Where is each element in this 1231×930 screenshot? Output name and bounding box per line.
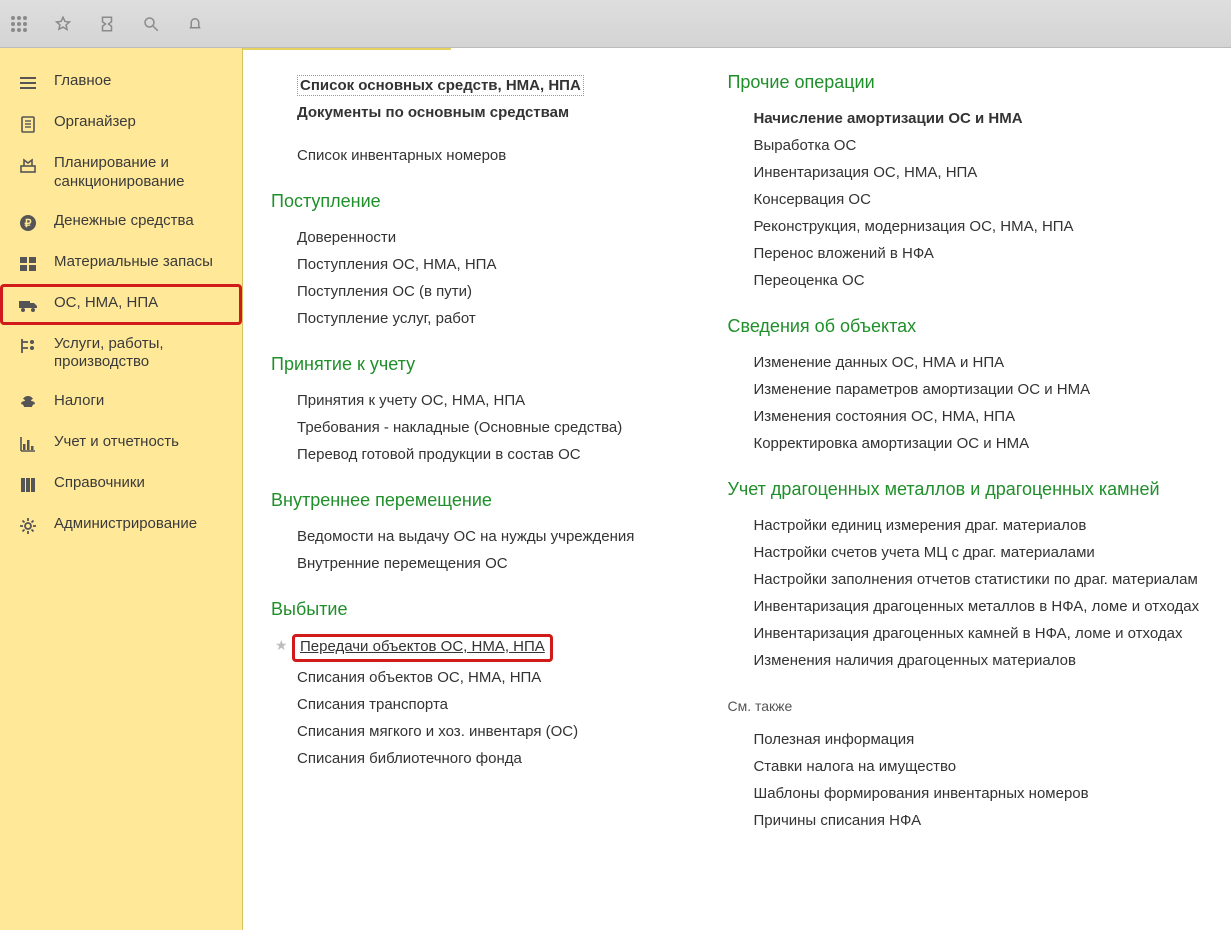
section-disposal: Выбытие — [271, 599, 677, 620]
link-conservation-os[interactable]: Консервация ОС — [753, 186, 1221, 213]
sidebar-item-label: ОС, НМА, НПА — [54, 294, 158, 313]
star-icon[interactable] — [54, 15, 72, 33]
sidebar-item-label: Материальные запасы — [54, 253, 213, 272]
search-icon[interactable] — [142, 15, 160, 33]
sidebar-item-os-nma-npa[interactable]: ОС, НМА, НПА — [0, 284, 242, 325]
sidebar-item-services[interactable]: Услуги, работы, производство — [0, 325, 242, 383]
star-icon[interactable]: ★ — [275, 637, 288, 654]
link-requirements-waybills[interactable]: Требования - накладные (Основные средств… — [297, 414, 677, 441]
link-reconstruction[interactable]: Реконструкция, модернизация ОС, НМА, НПА — [753, 213, 1221, 240]
section-see-also: См. также — [727, 698, 1221, 714]
sidebar-item-label: Администрирование — [54, 515, 197, 534]
link-transfer-finished-products[interactable]: Перевод готовой продукции в состав ОС — [297, 441, 677, 468]
link-os-list[interactable]: Список основных средств, НМА, НПА — [297, 72, 677, 99]
link-writeoff-soft-inventory[interactable]: Списания мягкого и хоз. инвентаря (ОС) — [297, 718, 677, 745]
link-writeoff-transport[interactable]: Списания транспорта — [297, 691, 677, 718]
section-precious: Учет драгоценных металлов и драгоценных … — [727, 479, 1221, 500]
sidebar-item-organizer[interactable]: Органайзер — [0, 103, 242, 144]
eagle-icon — [18, 393, 38, 413]
sidebar-item-label: Денежные средства — [54, 212, 194, 231]
link-revaluation[interactable]: Переоценка ОС — [753, 267, 1221, 294]
planning-icon — [18, 155, 38, 175]
sidebar-item-inventory[interactable]: Материальные запасы — [0, 243, 242, 284]
link-acceptance-os[interactable]: Принятия к учету ОС, НМА, НПА — [297, 387, 677, 414]
sidebar-item-directories[interactable]: Справочники — [0, 464, 242, 505]
sidebar-item-admin[interactable]: Администрирование — [0, 505, 242, 546]
link-writeoff-library[interactable]: Списания библиотечного фонда — [297, 745, 677, 772]
link-change-presence-precious[interactable]: Изменения наличия драгоценных материалов — [753, 647, 1221, 674]
section-object-info: Сведения об объектах — [727, 316, 1221, 337]
link-change-depreciation-params[interactable]: Изменение параметров амортизации ОС и НМ… — [753, 376, 1221, 403]
link-useful-info[interactable]: Полезная информация — [753, 726, 1221, 753]
sidebar-item-label: Услуги, работы, производство — [54, 335, 230, 373]
link-receipt-services[interactable]: Поступление услуг, работ — [297, 305, 677, 332]
chart-icon — [18, 434, 38, 454]
link-issue-sheets[interactable]: Ведомости на выдачу ОС на нужды учрежден… — [297, 523, 677, 550]
link-units-precious[interactable]: Настройки единиц измерения драг. материа… — [753, 512, 1221, 539]
sidebar: Главное Органайзер Планирование и санкци… — [0, 48, 243, 930]
sidebar-item-label: Налоги — [54, 392, 104, 411]
sidebar-item-label: Органайзер — [54, 113, 136, 132]
link-inventory-number-templates[interactable]: Шаблоны формирования инвентарных номеров — [753, 780, 1221, 807]
bell-icon[interactable] — [186, 15, 204, 33]
ruble-icon: ₽ — [18, 213, 38, 233]
link-inventory-metals[interactable]: Инвентаризация драгоценных металлов в НФ… — [753, 593, 1221, 620]
sidebar-item-label: Учет и отчетность — [54, 433, 179, 452]
link-accounts-precious[interactable]: Настройки счетов учета МЦ с драг. матери… — [753, 539, 1221, 566]
link-stat-reports-precious[interactable]: Настройки заполнения отчетов статистики … — [753, 566, 1221, 593]
sidebar-item-label: Справочники — [54, 474, 145, 493]
sidebar-item-taxes[interactable]: Налоги — [0, 382, 242, 423]
section-receipt: Поступление — [271, 191, 677, 212]
apps-grid-icon[interactable] — [10, 15, 28, 33]
sidebar-item-label: Планирование и санкционирование — [54, 154, 230, 192]
link-internal-moves[interactable]: Внутренние перемещения ОС — [297, 550, 677, 577]
truck-icon — [18, 295, 38, 315]
sidebar-item-label: Главное — [54, 72, 111, 91]
section-acceptance: Принятие к учету — [271, 354, 677, 375]
history-icon[interactable] — [98, 15, 116, 33]
sidebar-item-planning[interactable]: Планирование и санкционирование — [0, 144, 242, 202]
link-proxies[interactable]: Доверенности — [297, 224, 677, 251]
link-production-os[interactable]: Выработка ОС — [753, 132, 1221, 159]
link-adjust-depreciation[interactable]: Корректировка амортизации ОС и НМА — [753, 430, 1221, 457]
section-other-ops: Прочие операции — [727, 72, 1221, 93]
sidebar-item-main[interactable]: Главное — [0, 62, 242, 103]
link-transfer-objects[interactable]: ★ Передачи объектов ОС, НМА, НПА — [297, 632, 677, 664]
link-change-data[interactable]: Изменение данных ОС, НМА и НПА — [753, 349, 1221, 376]
link-change-state[interactable]: Изменения состояния ОС, НМА, НПА — [753, 403, 1221, 430]
main-content: Список основных средств, НМА, НПА Докуме… — [243, 48, 1231, 930]
link-inventory-os[interactable]: Инвентаризация ОС, НМА, НПА — [753, 159, 1221, 186]
gear-icon — [18, 516, 38, 536]
active-tab-indicator — [243, 48, 451, 50]
link-inventory-stones[interactable]: Инвентаризация драгоценных камней в НФА,… — [753, 620, 1221, 647]
link-inventory-numbers[interactable]: Список инвентарных номеров — [297, 142, 677, 169]
link-property-tax-rates[interactable]: Ставки налога на имущество — [753, 753, 1221, 780]
link-depreciation[interactable]: Начисление амортизации ОС и НМА — [753, 105, 1221, 132]
section-internal-move: Внутреннее перемещение — [271, 490, 677, 511]
link-writeoff-reasons[interactable]: Причины списания НФА — [753, 807, 1221, 834]
sidebar-item-money[interactable]: ₽ Денежные средства — [0, 202, 242, 243]
top-toolbar — [0, 0, 1231, 48]
production-icon — [18, 336, 38, 356]
link-writeoff-objects[interactable]: Списания объектов ОС, НМА, НПА — [297, 664, 677, 691]
books-icon — [18, 475, 38, 495]
link-receipt-os[interactable]: Поступления ОС, НМА, НПА — [297, 251, 677, 278]
link-transfer-investments[interactable]: Перенос вложений в НФА — [753, 240, 1221, 267]
svg-text:₽: ₽ — [25, 218, 32, 230]
link-os-documents[interactable]: Документы по основным средствам — [297, 99, 677, 126]
clipboard-icon — [18, 114, 38, 134]
sidebar-item-reporting[interactable]: Учет и отчетность — [0, 423, 242, 464]
menu-icon — [18, 73, 38, 93]
link-receipt-os-transit[interactable]: Поступления ОС (в пути) — [297, 278, 677, 305]
boxes-icon — [18, 254, 38, 274]
